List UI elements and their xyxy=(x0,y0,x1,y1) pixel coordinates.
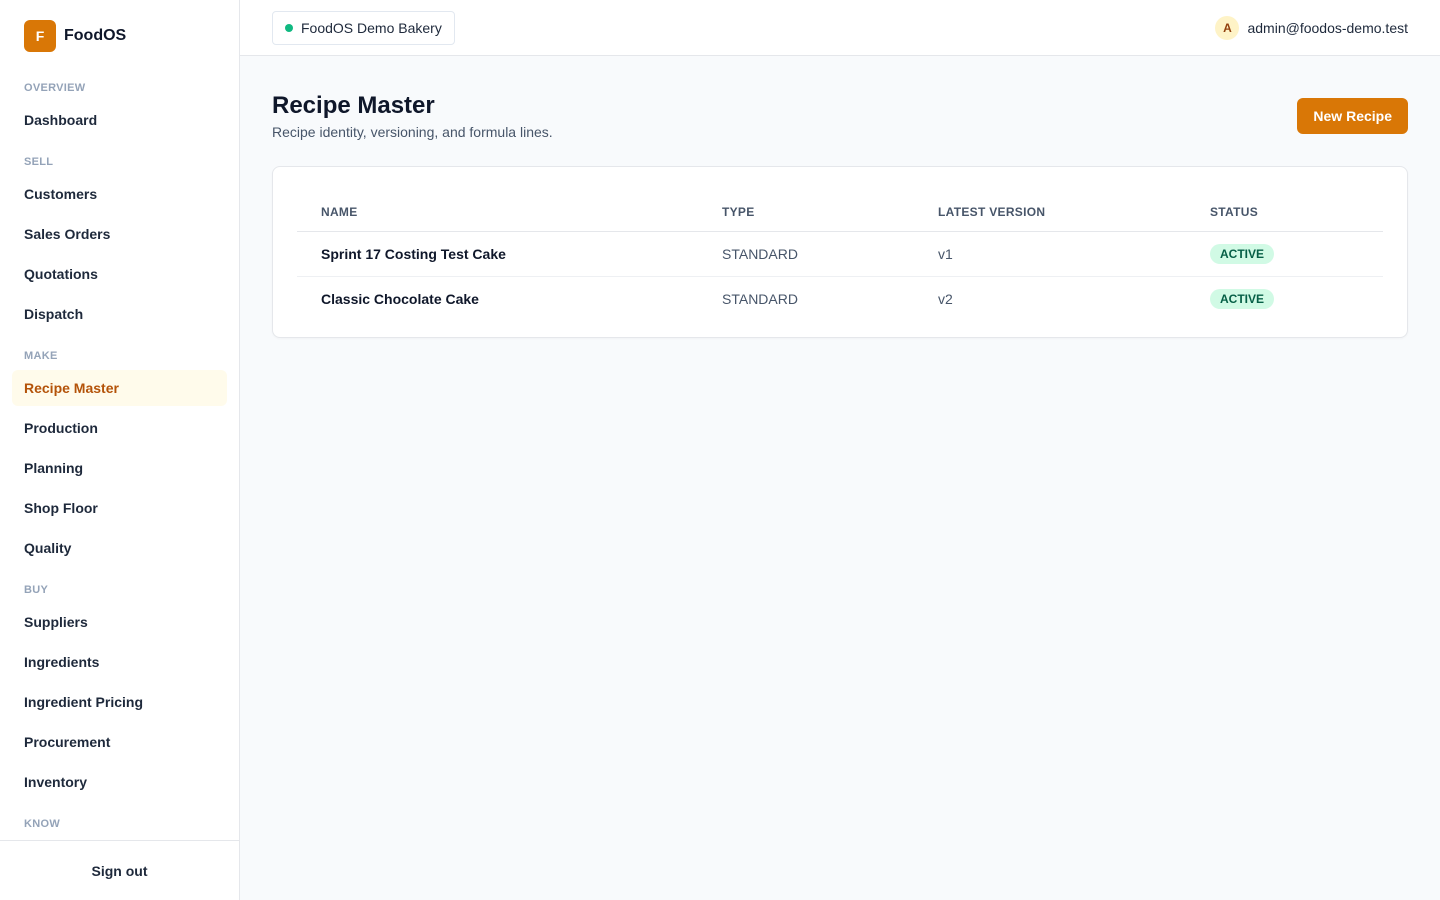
sidebar-item-shop-floor[interactable]: Shop Floor xyxy=(12,490,227,526)
recipes-table: NAME TYPE LATEST VERSION STATUS Sprint 1… xyxy=(297,191,1383,321)
table-row[interactable]: Classic Chocolate Cake STANDARD v2 ACTIV… xyxy=(297,276,1383,321)
column-header-status[interactable]: STATUS xyxy=(1186,191,1383,232)
sidebar-item-label: Shop Floor xyxy=(24,500,98,516)
recipe-type: STANDARD xyxy=(698,231,914,277)
sidebar-item-label: Recipe Master xyxy=(24,380,119,396)
sidebar-item-label: Dispatch xyxy=(24,306,84,322)
page-title: Recipe Master xyxy=(272,92,435,119)
sidebar-item-label: Procurement xyxy=(24,734,111,750)
column-header-latest-version[interactable]: LATEST VERSION xyxy=(914,191,1186,232)
recipe-name[interactable]: Classic Chocolate Cake xyxy=(297,276,698,321)
user-menu[interactable]: A admin@foodos-demo.test xyxy=(1215,15,1408,40)
page-content: Recipe Master Recipe identity, versionin… xyxy=(240,56,1440,370)
sidebar-item-planning[interactable]: Planning xyxy=(12,450,227,486)
column-header-type[interactable]: TYPE xyxy=(698,191,914,232)
sidebar-item-recipe-master[interactable]: Recipe Master xyxy=(12,370,227,406)
sidebar-item-ingredients[interactable]: Ingredients xyxy=(12,644,227,680)
app-root: F FoodOS OVERVIEW Dashboard SELL Customers S… xyxy=(0,0,1440,900)
sidebar-item-label: Quotations xyxy=(24,266,98,282)
sidebar-item-dispatch[interactable]: Dispatch xyxy=(12,296,227,332)
status-cell: ACTIVE xyxy=(1186,231,1383,277)
status-badge: ACTIVE xyxy=(1210,243,1275,264)
recipe-name[interactable]: Sprint 17 Costing Test Cake xyxy=(297,231,698,277)
sidebar-item-inventory[interactable]: Inventory xyxy=(12,764,227,800)
sidebar-item-label: Ingredient Pricing xyxy=(24,694,144,710)
sidebar-item-suppliers[interactable]: Suppliers xyxy=(12,604,227,640)
sidebar-item-procurement[interactable]: Procurement xyxy=(12,724,227,760)
nav-section-make: MAKE xyxy=(24,350,58,362)
main-area: FoodOS Demo Bakery A admin@foodos-demo.t… xyxy=(240,0,1440,900)
new-recipe-button[interactable]: New Recipe xyxy=(1297,98,1408,134)
recipe-type: STANDARD xyxy=(722,290,798,307)
avatar: A xyxy=(1215,15,1240,40)
sidebar: F FoodOS OVERVIEW Dashboard SELL Customers S… xyxy=(0,0,240,900)
nav-section-overview: OVERVIEW xyxy=(24,82,86,94)
sidebar-item-label: Dashboard xyxy=(24,112,98,128)
page-subtitle: Recipe identity, versioning, and formula… xyxy=(272,124,553,140)
sidebar-item-label: Quality xyxy=(24,540,72,556)
user-email: admin@foodos-demo.test xyxy=(1247,19,1408,36)
sidebar-item-label: Inventory xyxy=(24,774,88,790)
top-bar: FoodOS Demo Bakery A admin@foodos-demo.t… xyxy=(240,0,1440,56)
sidebar-nav: OVERVIEW Dashboard SELL Customers Sales Orde… xyxy=(0,72,239,840)
recipe-version: v2 xyxy=(938,290,953,307)
recipe-version: v1 xyxy=(914,231,1186,277)
sidebar-item-label: Sales Orders xyxy=(24,226,111,242)
page-header: Recipe Master Recipe identity, versionin… xyxy=(272,88,1408,140)
table-row[interactable]: Sprint 17 Costing Test Cake STANDARD v1 … xyxy=(297,231,1383,277)
nav-section-buy: BUY xyxy=(24,584,49,596)
sidebar-item-label: Suppliers xyxy=(24,614,88,630)
sidebar-item-quotations[interactable]: Quotations xyxy=(12,256,227,292)
sign-out-area: Sign out xyxy=(0,840,239,900)
sidebar-item-production[interactable]: Production xyxy=(12,410,227,446)
sidebar-item-customers[interactable]: Customers xyxy=(12,176,227,212)
sidebar-item-dashboard[interactable]: Dashboard xyxy=(12,102,227,138)
tenant-name: FoodOS Demo Bakery xyxy=(301,19,442,36)
nav-section-sell: SELL xyxy=(24,156,54,168)
status-badge: ACTIVE xyxy=(1210,288,1275,309)
brand[interactable]: F FoodOS xyxy=(0,0,239,72)
status-dot-icon xyxy=(285,23,293,32)
brand-name: FoodOS xyxy=(64,27,127,44)
brand-logo: F xyxy=(24,20,56,52)
recipes-card: NAME TYPE LATEST VERSION STATUS Sprint 1… xyxy=(272,166,1408,338)
nav-section-know: KNOW xyxy=(24,818,61,830)
sidebar-item-sales-orders[interactable]: Sales Orders xyxy=(12,216,227,252)
sidebar-item-quality[interactable]: Quality xyxy=(12,530,227,566)
status-cell: ACTIVE xyxy=(1186,276,1383,321)
sidebar-item-ingredient-pricing[interactable]: Ingredient Pricing xyxy=(12,684,227,720)
sidebar-item-label: Planning xyxy=(24,460,84,476)
sidebar-item-label: Customers xyxy=(24,186,98,202)
sign-out-button[interactable]: Sign out xyxy=(92,863,148,879)
column-header-name[interactable]: NAME xyxy=(297,191,698,232)
sidebar-item-label: Production xyxy=(24,420,98,436)
tenant-switcher[interactable]: FoodOS Demo Bakery xyxy=(272,10,455,45)
sidebar-item-label: Ingredients xyxy=(24,654,100,670)
table-header-row: NAME TYPE LATEST VERSION STATUS xyxy=(297,191,1383,232)
